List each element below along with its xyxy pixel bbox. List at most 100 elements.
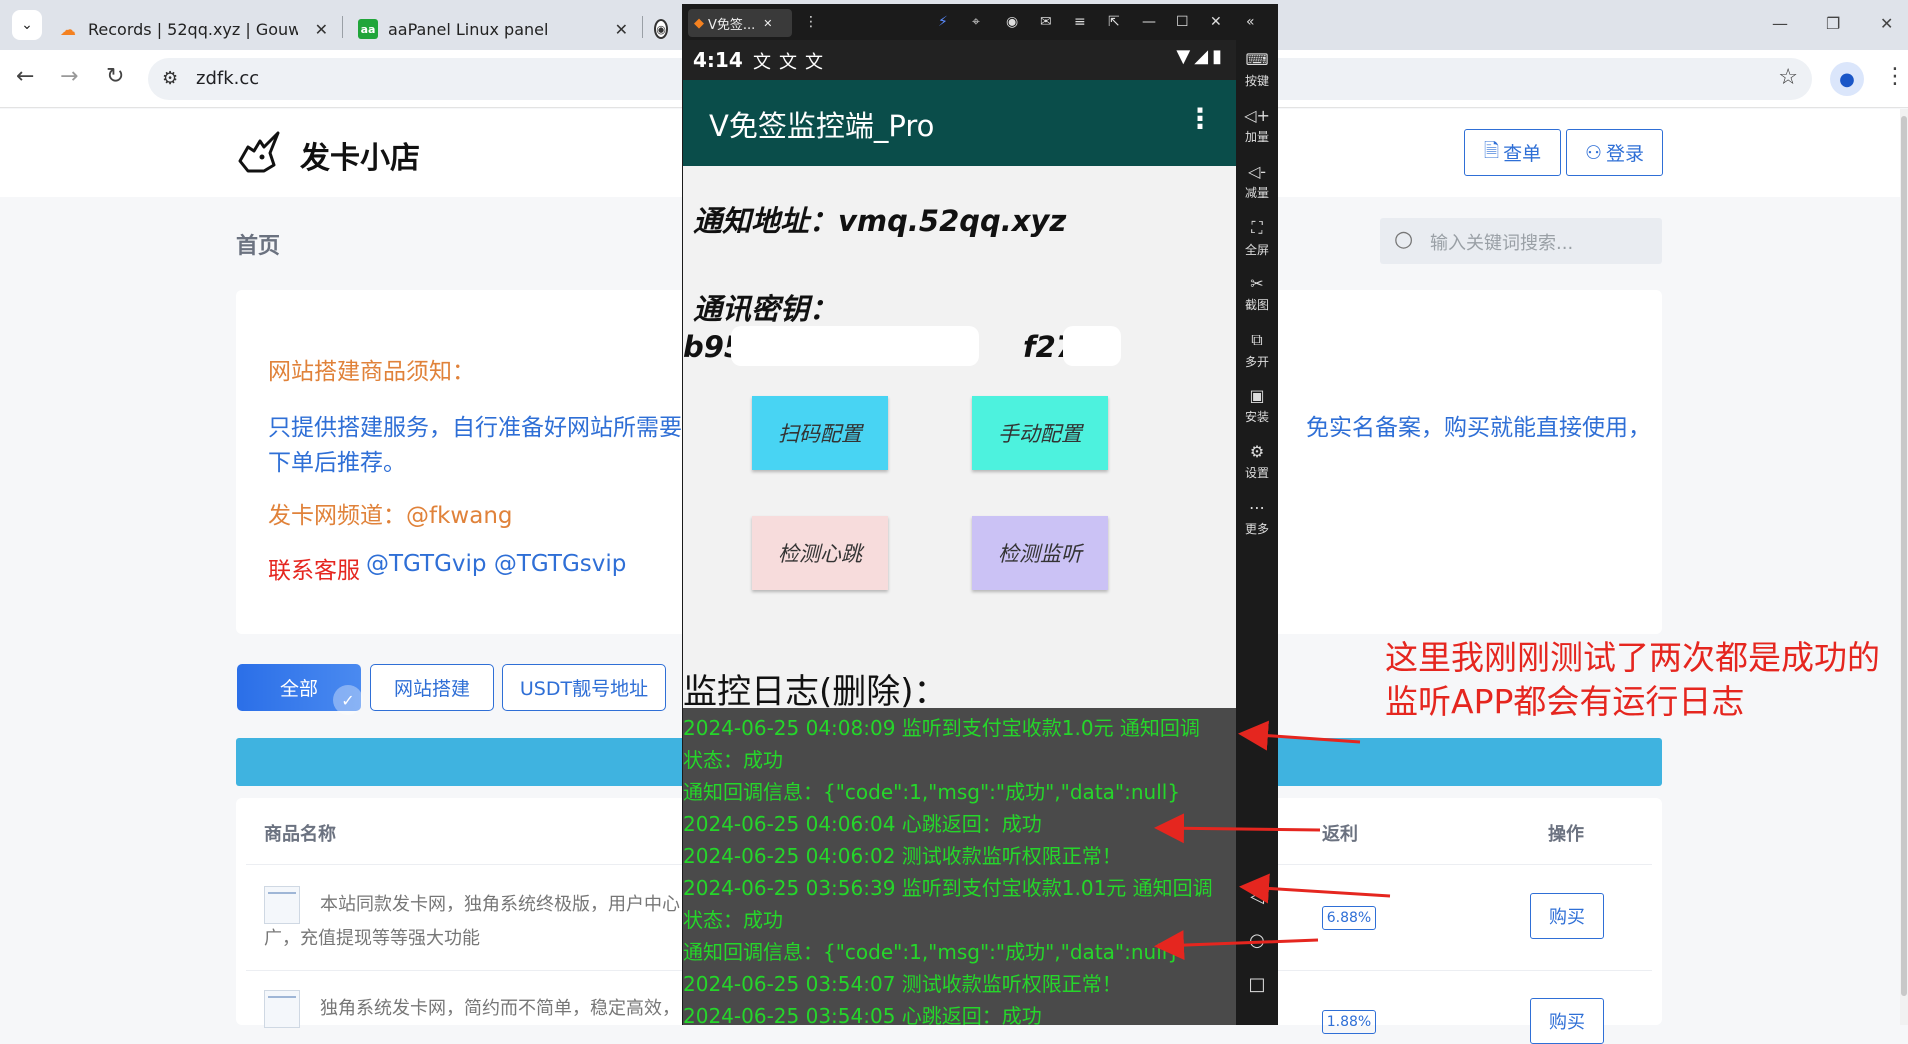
volume-down-button[interactable]: ◁- 减量 xyxy=(1236,162,1278,201)
notice-text-line2: 下单后推荐。 xyxy=(268,450,406,476)
table-header-action: 操作 xyxy=(1548,824,1584,845)
search-input[interactable]: ○ 输入关键词搜索... xyxy=(1380,218,1662,264)
tab-aapanel[interactable]: aa aaPanel Linux panel ✕ xyxy=(358,8,628,50)
notify-address: 通知地址：vmq.52qq.xyz xyxy=(693,204,1067,238)
reload-icon[interactable]: ↻ xyxy=(106,64,124,89)
document-search-icon: 🗎 xyxy=(1483,139,1500,162)
app-bar: V免签监控端_Pro ⋮ xyxy=(683,80,1236,166)
mail-icon[interactable]: ✉ xyxy=(1040,14,1052,30)
tab-search-dropdown[interactable]: ⌄ xyxy=(12,10,42,40)
recents-nav-icon[interactable]: □ xyxy=(1236,974,1278,995)
back-nav-icon[interactable]: ◁ xyxy=(1236,886,1278,907)
listen-test-button[interactable]: 检测监听 xyxy=(972,516,1108,590)
boost-icon[interactable]: ⚡ xyxy=(938,14,948,30)
status-time: 4:14 xyxy=(693,48,743,72)
volume-up-icon: ◁+ xyxy=(1244,106,1270,125)
more-button[interactable]: ⋯ 更多 xyxy=(1236,498,1278,537)
keyboard-icon: ⌨ xyxy=(1245,50,1269,69)
minimize-icon[interactable]: — xyxy=(1142,14,1156,30)
tab-pinned[interactable]: ◉ xyxy=(654,8,678,50)
status-bar: 4:14 文文文 ▼◢▮ xyxy=(683,40,1236,80)
site-logo-text[interactable]: 发卡小店 xyxy=(300,133,420,177)
gamepad-icon[interactable]: ⌖ xyxy=(972,14,980,30)
keymap-button[interactable]: ⌨ 按键 xyxy=(1236,50,1278,89)
redaction-mask xyxy=(1063,326,1121,366)
install-apk-button[interactable]: ▣ 安装 xyxy=(1236,386,1278,425)
phone-screen: 4:14 文文文 ▼◢▮ V免签监控端_Pro ⋮ 通知地址：vmq.52qq.… xyxy=(683,40,1236,1025)
table-header-name: 商品名称 xyxy=(264,824,336,845)
product-thumbnail[interactable] xyxy=(264,990,300,1028)
restore-icon[interactable]: ❐ xyxy=(1826,14,1840,33)
minimize-icon[interactable]: — xyxy=(1772,14,1788,33)
menu-icon[interactable]: ≡ xyxy=(1074,14,1086,30)
signal-battery-icons: ▼◢▮ xyxy=(1176,46,1226,67)
product-name[interactable]: 独角系统发卡网，简约而不简单，稳定高效， xyxy=(320,994,680,1020)
log-title[interactable]: 监控日志(删除)： xyxy=(683,664,948,713)
aapanel-icon: aa xyxy=(358,19,378,39)
comm-key-label: 通讯密钥： xyxy=(693,292,839,326)
url-text[interactable]: zdfk.cc xyxy=(196,68,259,89)
search-icon: ○ xyxy=(1394,227,1414,252)
tab-title: aaPanel Linux panel xyxy=(388,19,549,39)
rebate-badge: 1.88% xyxy=(1322,1010,1376,1034)
fullscreen-icon: ⛶ xyxy=(1251,218,1263,237)
notification-icons: 文文文 xyxy=(753,52,831,73)
maximize-icon[interactable]: ☐ xyxy=(1176,14,1189,30)
bookmark-star-icon[interactable]: ☆ xyxy=(1778,65,1798,90)
check-icon: ✓ xyxy=(333,685,363,715)
close-icon[interactable]: ✕ xyxy=(615,20,628,39)
page-scrollbar-thumb[interactable] xyxy=(1901,116,1907,996)
apk-icon: ▣ xyxy=(1249,386,1265,405)
manual-config-button[interactable]: 手动配置 xyxy=(972,396,1108,470)
volume-up-button[interactable]: ◁+ 加量 xyxy=(1236,106,1278,145)
log-list[interactable]: 2024-06-25 04:08:09 监听到支付宝收款1.0元 通知回调 状态… xyxy=(683,708,1236,1025)
close-icon[interactable]: ✕ xyxy=(315,20,328,39)
screen-rotate-icon[interactable]: ⇱ xyxy=(1108,14,1120,30)
notice-support-links[interactable]: @TGTGvip @TGTGsvip xyxy=(366,551,626,577)
product-name[interactable]: 本站同款发卡网，独角系统终极版，用户中心 xyxy=(320,890,680,916)
browser-menu-icon[interactable]: ⋮ xyxy=(1884,64,1906,89)
android-emulator-window: ◆ V免签... ✕ ⋮ ⚡ ⌖ ◉ ✉ ≡ ⇱ — ☐ ✕ « ⌨ 按键 ◁+ 加… xyxy=(682,4,1278,1025)
person-icon: ● xyxy=(1839,68,1855,90)
category-all-button[interactable]: 全部 ✓ xyxy=(237,664,363,715)
product-name-cont: 广，充值提现等等强大功能 xyxy=(264,928,480,949)
close-window-icon[interactable]: ✕ xyxy=(1880,14,1893,33)
account-icon[interactable]: ◉ xyxy=(1006,14,1018,30)
site-settings-icon[interactable]: ⚙ xyxy=(162,68,178,89)
order-query-button[interactable]: 🗎 查单 xyxy=(1464,129,1561,176)
home-nav-icon[interactable]: ○ xyxy=(1236,930,1278,951)
emulator-sidebar: ⌨ 按键 ◁+ 加量 ◁- 减量 ⛶ 全屏 ✂ 截图 ⧉ 多开 ▣ 安装 ⚙ 设置 ⋯ 更多 ◁ … xyxy=(1236,40,1278,1025)
close-icon[interactable]: ✕ xyxy=(1210,14,1222,30)
more-vert-icon[interactable]: ⋮ xyxy=(804,14,818,30)
category-site-build-button[interactable]: 网站搭建 xyxy=(370,664,494,711)
close-icon[interactable]: ✕ xyxy=(763,17,772,30)
forward-icon[interactable]: → xyxy=(60,64,78,89)
site-icon: ◉ xyxy=(654,19,668,39)
multi-instance-button[interactable]: ⧉ 多开 xyxy=(1236,330,1278,370)
emulator-tab[interactable]: ◆ V免签... ✕ xyxy=(688,9,792,37)
unicorn-logo-icon[interactable] xyxy=(234,131,282,175)
fullscreen-button[interactable]: ⛶ 全屏 xyxy=(1236,218,1278,258)
back-icon[interactable]: ← xyxy=(16,64,34,89)
log-line: 状态：成功 xyxy=(683,748,783,772)
collapse-sidebar-icon[interactable]: « xyxy=(1246,14,1255,30)
settings-button[interactable]: ⚙ 设置 xyxy=(1236,442,1278,481)
product-thumbnail[interactable] xyxy=(264,886,300,924)
cloudflare-icon: ☁ xyxy=(60,19,76,39)
buy-button[interactable]: 购买 xyxy=(1530,893,1604,939)
notice-channel[interactable]: 发卡网频道：@fkwang xyxy=(268,496,513,530)
overflow-menu-icon[interactable]: ⋮ xyxy=(1186,102,1214,135)
rebate-badge: 6.88% xyxy=(1322,906,1376,930)
breadcrumb[interactable]: 首页 xyxy=(236,228,280,260)
table-header-rebate: 返利 xyxy=(1322,824,1358,845)
scan-config-button[interactable]: 扫码配置 xyxy=(752,396,888,470)
category-usdt-button[interactable]: USDT靓号地址 xyxy=(502,664,666,711)
emulator-toolbar: ◆ V免签... ✕ ⋮ ⚡ ⌖ ◉ ✉ ≡ ⇱ — ☐ ✕ « xyxy=(682,4,1278,40)
log-line: 通知回调信息：{"code":1,"msg":"成功","data":null} xyxy=(683,940,1181,964)
heartbeat-test-button[interactable]: 检测心跳 xyxy=(752,516,888,590)
tab-records[interactable]: ☁ Records | 52qq.xyz | Gouwufk ✕ xyxy=(58,8,328,50)
login-button[interactable]: ⚇ 登录 xyxy=(1566,129,1663,176)
screenshot-button[interactable]: ✂ 截图 xyxy=(1236,274,1278,313)
profile-avatar[interactable]: ● xyxy=(1830,62,1864,96)
buy-button[interactable]: 购买 xyxy=(1530,998,1604,1044)
